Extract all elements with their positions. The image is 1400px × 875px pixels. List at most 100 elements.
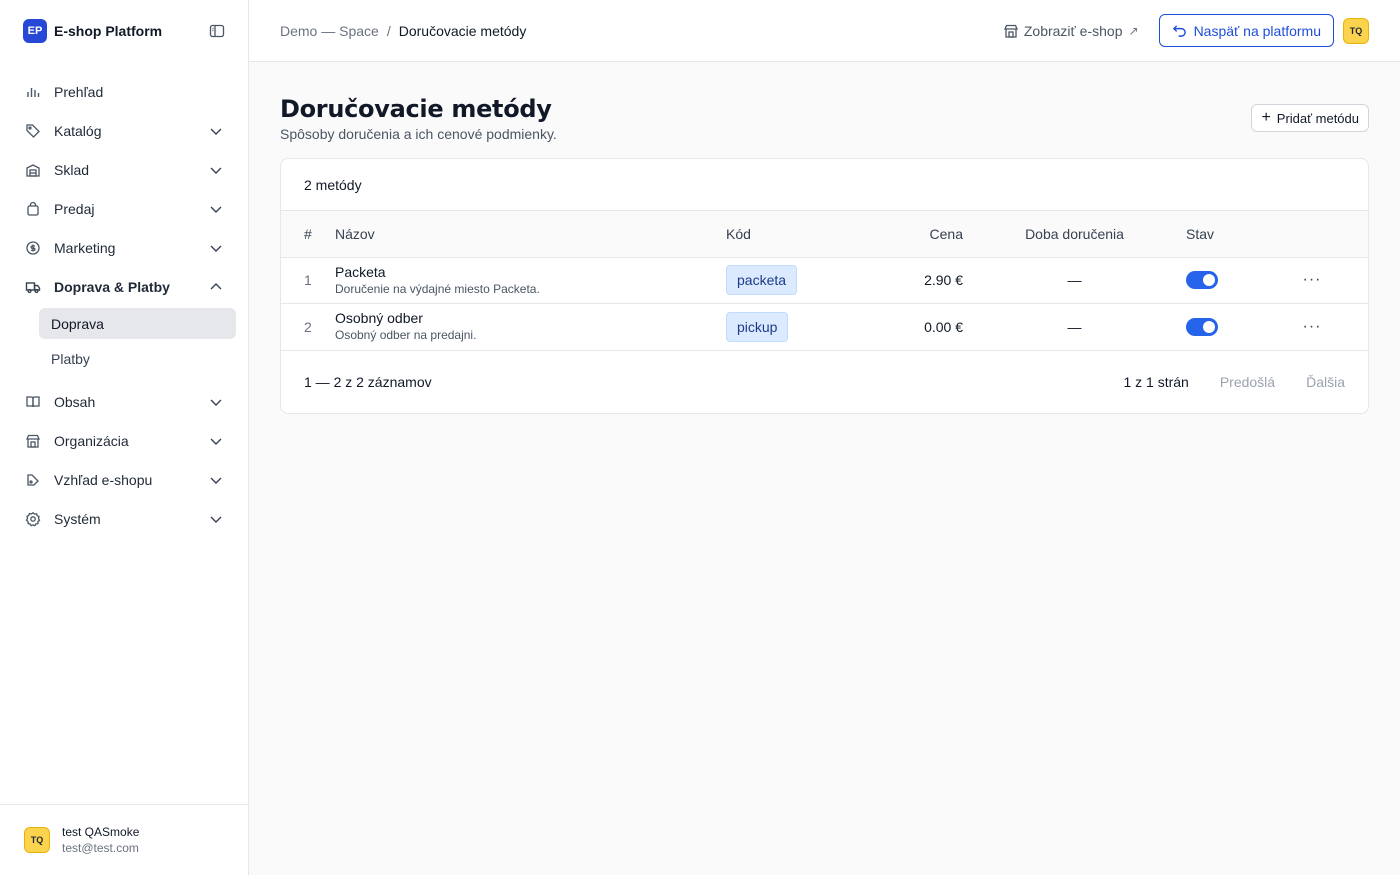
chevron-down-icon	[208, 511, 224, 527]
user-email: test@test.com	[62, 841, 139, 855]
method-price: 0.00 €	[924, 318, 963, 335]
methods-count: 2 metódy	[281, 159, 1368, 211]
breadcrumb-separator: /	[386, 22, 391, 39]
records-range: 1 — 2 z 2 záznamov	[304, 373, 432, 390]
chevron-down-icon	[208, 162, 224, 178]
store-icon	[24, 432, 42, 450]
sidebar-item-marketing[interactable]: Marketing	[0, 228, 248, 267]
sidebar-item-label: Obsah	[54, 393, 96, 410]
table-row[interactable]: 1 Packeta Doručenie na výdajné miesto Pa…	[281, 257, 1368, 304]
sidebar-subitem-platby[interactable]: Platby	[39, 343, 236, 374]
sidebar-item-label: Prehľad	[54, 83, 104, 100]
settings-icon	[24, 510, 42, 528]
sidebar-item-vzhlad[interactable]: Vzhľad e-shopu	[0, 460, 248, 499]
page-info: 1 z 1 strán	[1123, 373, 1189, 390]
breadcrumb-current: Doručovacie metódy	[398, 22, 527, 39]
page-subtitle: Spôsoby doručenia a ich cenové podmienky…	[280, 126, 557, 142]
table-footer: 1 — 2 z 2 záznamov 1 z 1 strán Predošlá …	[281, 351, 1368, 413]
sidebar-item-label: Predaj	[54, 200, 95, 217]
more-actions-icon[interactable]: ···	[1256, 304, 1368, 351]
code-badge: pickup	[726, 311, 789, 342]
avatar: TQ	[24, 827, 50, 853]
avatar[interactable]: TQ	[1343, 17, 1369, 44]
store-icon	[1003, 23, 1019, 39]
sidebar-item-label: Sklad	[54, 161, 90, 178]
chevron-up-icon	[208, 279, 224, 295]
dollar-circle-icon	[24, 239, 42, 257]
topbar: Demo — Space / Doručovacie metódy Zobraziť…	[249, 0, 1400, 62]
chevron-down-icon	[208, 201, 224, 217]
bar-chart-icon	[24, 83, 42, 101]
method-description: Osobný odber na predajni.	[335, 328, 477, 343]
tag-icon	[24, 122, 42, 140]
header-status[interactable]: Stav	[1186, 211, 1256, 257]
delivery-time: —	[1067, 318, 1082, 335]
sidebar-toggle-icon[interactable]	[209, 23, 225, 39]
sidebar-item-label: Marketing	[54, 239, 116, 256]
main-area: Demo — Space / Doručovacie metódy Zobraziť…	[249, 0, 1400, 875]
row-num: 1	[304, 272, 312, 289]
table-row[interactable]: 2 Osobný odber Osobný odber na predajni.…	[281, 304, 1368, 351]
sidebar-item-obsah[interactable]: Obsah	[0, 382, 248, 421]
view-eshop-link[interactable]: Zobraziť e-shop ↗	[1003, 23, 1139, 39]
sidebar-item-label: Doprava & Platby	[54, 278, 170, 295]
add-method-button[interactable]: + Pridať metódu	[1251, 104, 1369, 132]
method-name[interactable]: Osobný odber	[335, 309, 726, 327]
sidebar-item-organizacia[interactable]: Organizácia	[0, 421, 248, 460]
external-link-icon: ↗	[1128, 23, 1139, 38]
methods-card: 2 metódy # Názov Kód Cena Doba doručenia…	[280, 158, 1369, 414]
method-name[interactable]: Packeta	[335, 263, 726, 281]
user-profile[interactable]: TQ test QASmoke test@test.com	[0, 804, 248, 875]
chevron-down-icon	[208, 123, 224, 139]
breadcrumb: Demo — Space / Doručovacie metódy	[280, 23, 526, 39]
table-header-row: # Názov Kód Cena Doba doručenia Stav	[281, 211, 1368, 257]
method-description: Doručenie na výdajné miesto Packeta.	[335, 281, 540, 296]
sidebar: EP E-shop Platform Prehľad Katalóg Sklad	[0, 0, 249, 875]
status-toggle[interactable]	[1186, 317, 1218, 336]
sidebar-item-prehlad[interactable]: Prehľad	[0, 72, 248, 111]
sidebar-item-katalog[interactable]: Katalóg	[0, 111, 248, 150]
sidebar-item-system[interactable]: Systém	[0, 499, 248, 538]
back-to-platform-button[interactable]: Naspäť na platformu	[1158, 14, 1334, 47]
breadcrumb-parent[interactable]: Demo — Space	[280, 23, 379, 39]
book-icon	[24, 393, 42, 411]
sidebar-item-label: Systém	[54, 510, 101, 527]
sidebar-item-label: Katalóg	[54, 122, 102, 139]
header-name[interactable]: Názov	[335, 211, 726, 257]
palette-icon	[24, 471, 42, 489]
prev-page-button[interactable]: Predošlá	[1220, 374, 1275, 390]
plus-icon: +	[1261, 109, 1271, 126]
sidebar-nav: Prehľad Katalóg Sklad Predaj Marketing D…	[0, 62, 248, 538]
chevron-down-icon	[208, 472, 224, 488]
header-num: #	[304, 225, 312, 242]
truck-icon	[24, 278, 42, 296]
next-page-button[interactable]: Ďalšia	[1306, 374, 1345, 390]
add-method-label: Pridať metódu	[1276, 110, 1359, 126]
undo-arrow-icon	[1172, 25, 1186, 37]
shopping-bag-icon	[24, 200, 42, 218]
methods-table: # Názov Kód Cena Doba doručenia Stav 1 P…	[281, 211, 1368, 351]
sidebar-item-doprava-platby[interactable]: Doprava & Platby	[0, 267, 248, 306]
code-badge: packeta	[726, 265, 798, 296]
header-price[interactable]: Cena	[876, 211, 963, 257]
more-actions-icon[interactable]: ···	[1256, 257, 1368, 304]
warehouse-icon	[24, 161, 42, 179]
status-toggle[interactable]	[1186, 271, 1218, 290]
brand-name: E-shop Platform	[54, 23, 163, 39]
pagination: 1 z 1 strán Predošlá Ďalšia	[1123, 374, 1345, 390]
back-button-label: Naspäť na platformu	[1193, 22, 1321, 39]
brand-logo: EP	[23, 19, 47, 43]
header-actions	[1256, 211, 1368, 257]
sidebar-item-label: Vzhľad e-shopu	[54, 471, 153, 488]
sidebar-subitem-doprava[interactable]: Doprava	[39, 308, 236, 339]
method-price: 2.90 €	[924, 272, 963, 289]
page-content: Doručovacie metódy Spôsoby doručenia a i…	[249, 62, 1400, 414]
sidebar-item-label: Organizácia	[54, 432, 129, 449]
header-code[interactable]: Kód	[726, 211, 876, 257]
sidebar-item-predaj[interactable]: Predaj	[0, 189, 248, 228]
view-eshop-label: Zobraziť e-shop	[1023, 22, 1123, 39]
header-delivery-time[interactable]: Doba doručenia	[963, 211, 1186, 257]
sidebar-item-sklad[interactable]: Sklad	[0, 150, 248, 189]
row-num: 2	[304, 318, 312, 335]
chevron-down-icon	[208, 433, 224, 449]
